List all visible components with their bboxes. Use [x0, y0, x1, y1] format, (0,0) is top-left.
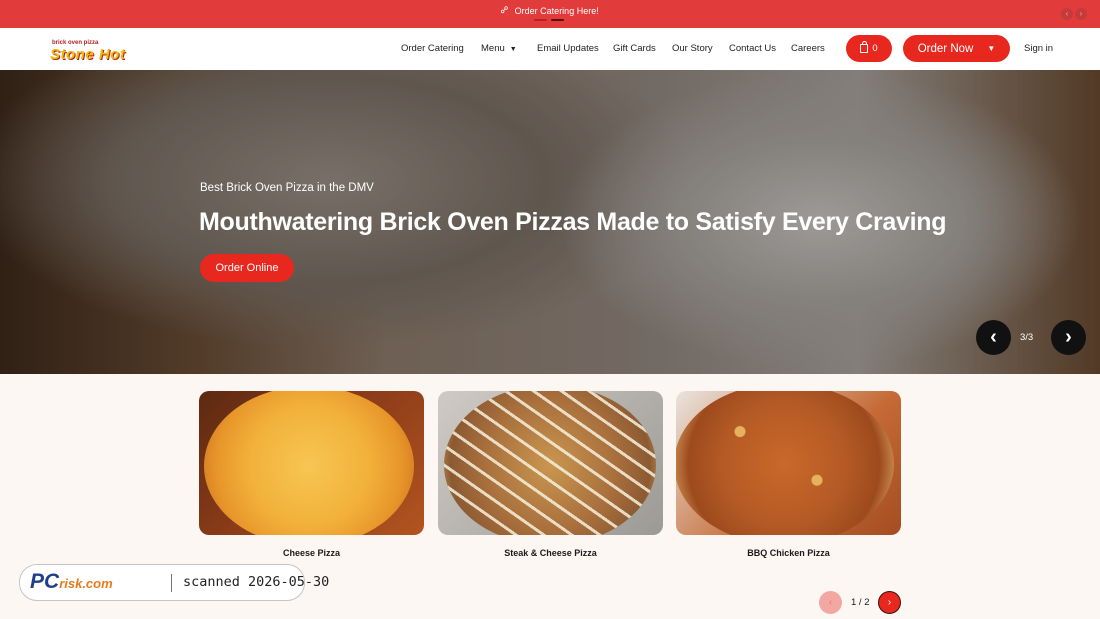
watermark-divider [171, 574, 172, 592]
nav-our-story[interactable]: Our Story [672, 43, 713, 54]
hero-banner: Best Brick Oven Pizza in the DMV Mouthwa… [0, 70, 1100, 374]
product-name[interactable]: Cheese Pizza [199, 548, 424, 558]
chevron-left-icon[interactable]: ‹ [976, 320, 1011, 355]
link-icon: ⚯ [498, 3, 513, 18]
product-card-bbq-chicken-pizza[interactable] [676, 391, 901, 535]
watermark-scan-date: scanned 2026-05-30 [183, 574, 330, 590]
product-name[interactable]: Steak & Cheese Pizza [438, 548, 663, 558]
announcement-dot-2[interactable] [551, 19, 564, 21]
order-now-label: Order Now [917, 42, 974, 55]
hero-title: Mouthwatering Brick Oven Pizzas Made to … [199, 208, 947, 236]
nav-contact-us[interactable]: Contact Us [729, 43, 776, 54]
pcrisk-logo-suffix: risk.com [59, 576, 113, 591]
product-name[interactable]: BBQ Chicken Pizza [676, 548, 901, 558]
sign-in-link[interactable]: Sign in [1024, 43, 1053, 54]
chevron-left-icon[interactable]: ‹ [819, 591, 842, 614]
chevron-right-icon[interactable]: › [878, 591, 901, 614]
catering-announcement-link[interactable]: ⚯ Order Catering Here! [0, 3, 1100, 18]
chevron-right-icon[interactable]: › [1051, 320, 1086, 355]
site-header: brick oven pizza Stone Hot Order Caterin… [0, 28, 1100, 70]
next-page-glyph: › [887, 597, 892, 608]
prev-slide-glyph: ‹ [990, 326, 997, 348]
nav-order-catering[interactable]: Order Catering [401, 43, 464, 54]
page-counter: 1 / 2 [851, 597, 870, 608]
order-now-button[interactable]: Order Now ▼ [903, 35, 1010, 62]
nav-careers[interactable]: Careers [791, 43, 825, 54]
nav-menu-label: Menu [481, 43, 505, 54]
announcement-dot-1[interactable] [534, 19, 547, 21]
nav-menu[interactable]: Menu ▼ [481, 43, 517, 54]
pcrisk-logo: PCrisk.com [30, 570, 113, 594]
chevron-left-icon[interactable]: ‹ [1061, 8, 1073, 20]
shopping-bag-icon [860, 41, 869, 53]
product-card-steak-cheese-pizza[interactable] [438, 391, 663, 535]
announcement-text: Order Catering Here! [514, 5, 599, 16]
cheese-pizza-image [204, 391, 414, 535]
caret-down-icon: ▼ [987, 44, 996, 53]
caret-down-icon: ▼ [509, 46, 517, 53]
nav-email-updates[interactable]: Email Updates [537, 43, 599, 54]
nav-gift-cards[interactable]: Gift Cards [613, 43, 656, 54]
order-online-button[interactable]: Order Online [200, 254, 294, 282]
steak-cheese-pizza-image [444, 391, 656, 535]
chevron-right-icon[interactable]: › [1075, 8, 1087, 20]
cart-count: 0 [872, 43, 878, 54]
cart-button[interactable]: 0 [846, 35, 892, 62]
product-card-cheese-pizza[interactable] [199, 391, 424, 535]
pcrisk-logo-brand: PC [30, 570, 60, 593]
bbq-chicken-pizza-image [676, 391, 894, 535]
announcement-dots [534, 19, 564, 21]
prev-page-glyph: ‹ [828, 597, 833, 608]
announcement-bar: ⚯ Order Catering Here! ‹ › [0, 0, 1100, 28]
next-slide-glyph: › [1065, 326, 1072, 348]
slide-counter: 3/3 [1020, 332, 1034, 343]
pcrisk-watermark: PCrisk.com scanned 2026-05-30 [19, 564, 329, 601]
hero-subtitle: Best Brick Oven Pizza in the DMV [200, 182, 374, 194]
